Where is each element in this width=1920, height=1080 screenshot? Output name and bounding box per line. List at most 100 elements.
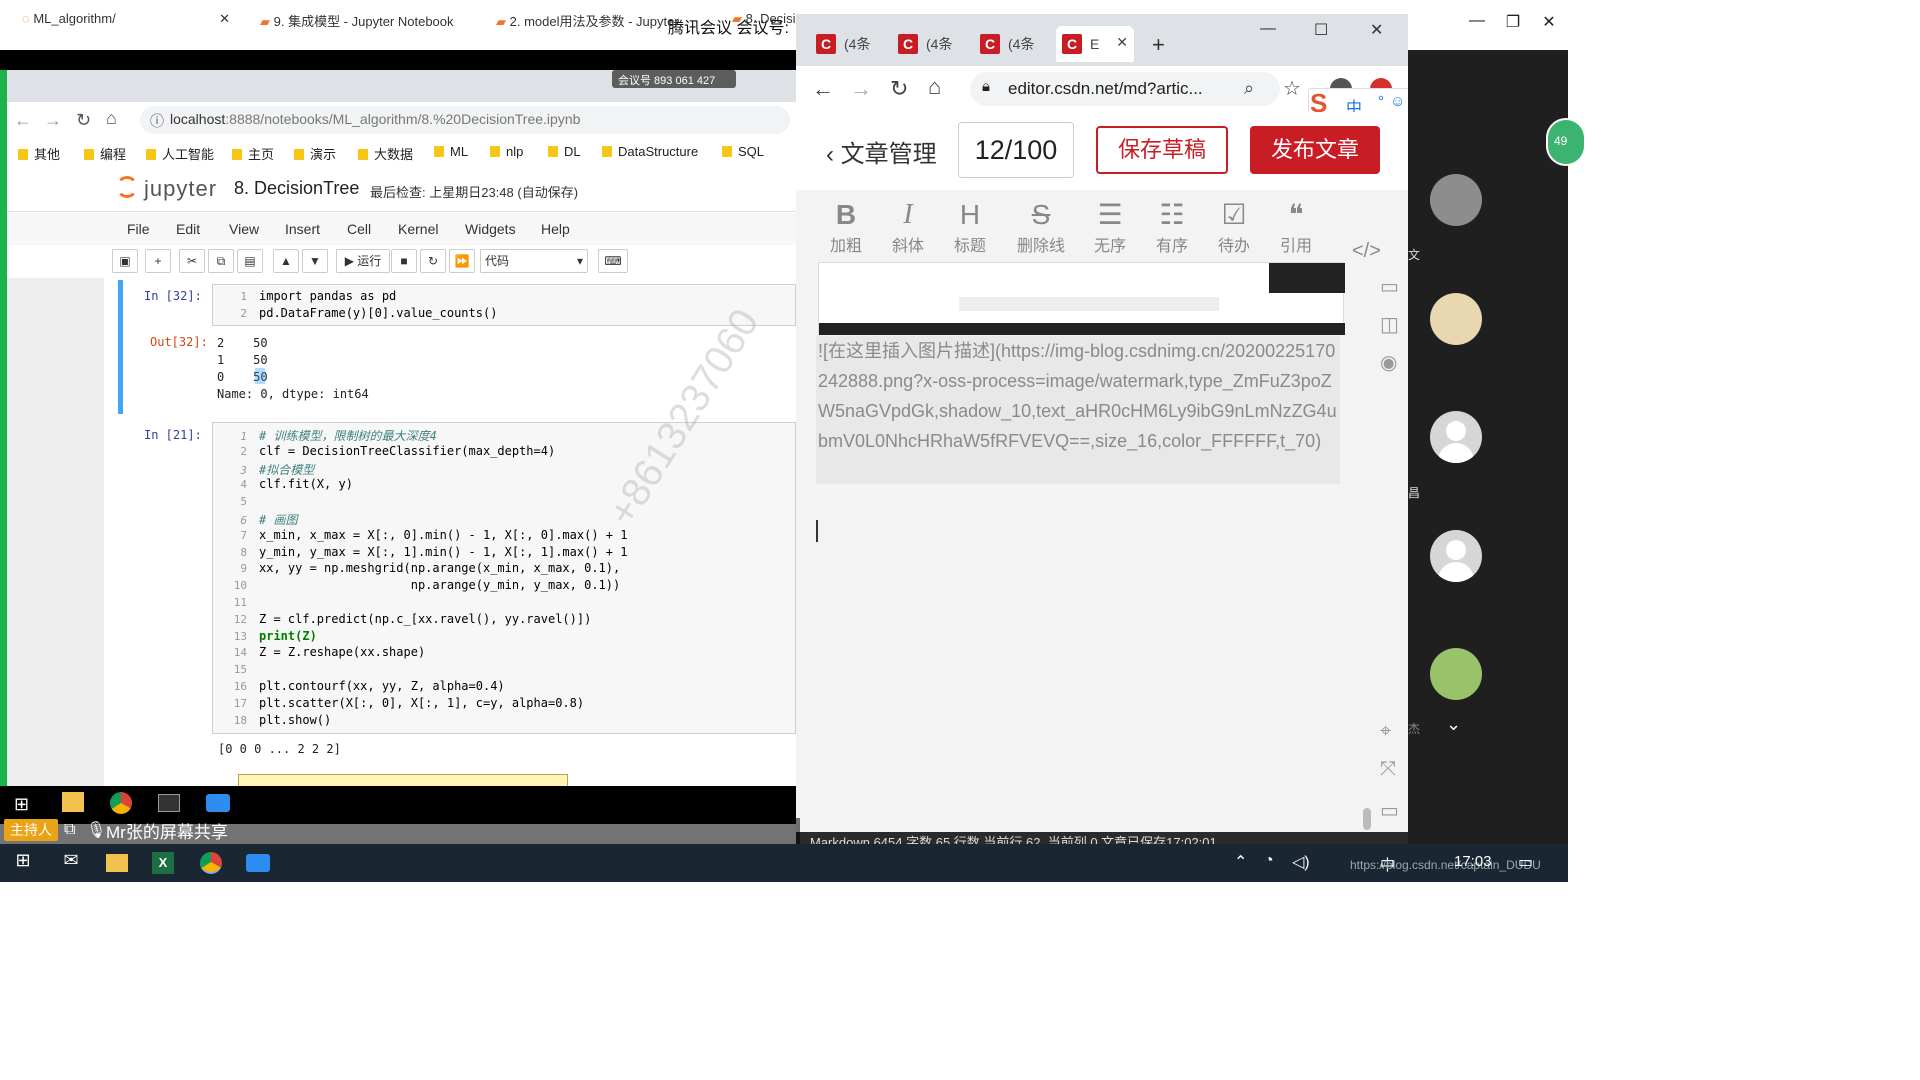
tab-model-usage[interactable]: ▰ 2. model用法及参数 - Jupyter [486, 4, 714, 32]
save-icon[interactable]: ▣ [112, 249, 138, 273]
windows-start-icon[interactable]: ⊞ [10, 850, 36, 874]
restore-icon[interactable]: ❐ [1498, 12, 1528, 38]
save-draft-button[interactable]: 保存草稿 [1096, 126, 1228, 174]
forward-icon[interactable]: → [44, 110, 62, 131]
bookmark-item[interactable]: 人工智能 [146, 144, 214, 163]
new-tab-icon[interactable]: + [1152, 32, 1165, 58]
jupyter-logo[interactable]: jupyter [144, 176, 217, 202]
terminal-icon[interactable] [158, 794, 180, 812]
menu-file[interactable]: File [127, 221, 150, 237]
forward-icon[interactable]: → [850, 76, 872, 102]
back-icon[interactable]: ← [14, 110, 32, 131]
italic-button[interactable]: I 斜体 [882, 198, 934, 256]
strikethrough-button[interactable]: S 删除线 [1014, 198, 1068, 256]
heading-button[interactable]: H 标题 [944, 198, 996, 256]
preview-eye-icon[interactable]: ◉ [1380, 350, 1397, 375]
bookmark-item[interactable]: 演示 [294, 144, 336, 163]
mail-icon[interactable]: ✉ [58, 850, 84, 874]
locate-icon[interactable]: ⌖ [1380, 720, 1391, 743]
folder-icon[interactable] [62, 792, 84, 812]
reload-icon[interactable]: ↻ [76, 110, 91, 131]
keyboard-icon[interactable]: ⌨ [598, 249, 628, 273]
home-icon[interactable]: ⌂ [928, 74, 941, 100]
csdn-tab[interactable]: C (4条 [810, 26, 876, 62]
bookmark-item[interactable]: DataStructure [602, 144, 698, 159]
run-button[interactable]: ▶ 运行 [336, 249, 390, 273]
menu-kernel[interactable]: Kernel [398, 221, 438, 237]
avatar[interactable] [1430, 648, 1482, 700]
csdn-tab-active[interactable]: C E ✕ [1056, 26, 1134, 62]
menu-widgets[interactable]: Widgets [465, 221, 516, 237]
menu-view[interactable]: View [229, 221, 259, 237]
code-editor[interactable]: 1 # 训练模型，限制树的最大深度4 2 clf = DecisionTreeCla… [212, 422, 796, 734]
cut-icon[interactable]: ✂ [179, 249, 205, 273]
notebook-name[interactable]: 8. DecisionTree [234, 178, 359, 199]
tencent-meeting-icon[interactable] [206, 794, 230, 812]
bookmark-item[interactable]: 大数据 [358, 144, 413, 163]
bookmark-item[interactable]: 编程 [84, 144, 126, 163]
close-tab-icon[interactable]: ✕ [1116, 34, 1128, 51]
menu-cell[interactable]: Cell [347, 221, 371, 237]
monitor-icon[interactable]: ▭ [1380, 798, 1399, 823]
home-icon[interactable]: ⌂ [106, 108, 117, 129]
paste-icon[interactable]: ▤ [237, 249, 263, 273]
stop-icon[interactable]: ■ [391, 249, 417, 273]
split-view-icon[interactable]: ◫ [1380, 312, 1399, 337]
move-up-icon[interactable]: ▲ [273, 249, 299, 273]
chrome-icon[interactable] [200, 852, 222, 874]
clock[interactable]: 17:03 [1454, 853, 1492, 870]
avatar[interactable] [1430, 293, 1482, 345]
minimize-icon[interactable]: — [1260, 20, 1276, 38]
tab-ensemble[interactable]: ▰ 9. 集成模型 - Jupyter Notebook [250, 4, 478, 32]
folder-icon[interactable] [106, 854, 128, 872]
bold-button[interactable]: B 加粗 [820, 198, 872, 256]
article-manage-link[interactable]: ‹ 文章管理 [826, 134, 937, 169]
insert-cell-icon[interactable]: + [145, 249, 171, 273]
url-bar[interactable]: ⓘ localhost:8888/notebooks/ML_algorithm/8… [140, 106, 790, 134]
menu-edit[interactable]: Edit [176, 221, 200, 237]
tray-chevron-icon[interactable]: ⌃ [1234, 852, 1247, 872]
csdn-url-bar[interactable]: 🔒︎ editor.csdn.net/md?artic... [970, 72, 1280, 106]
code-editor[interactable]: 1 import pandas as pd 2 pd.DataFrame(y)[0]… [212, 284, 796, 326]
close-icon[interactable]: ✕ [1370, 20, 1383, 40]
excel-icon[interactable]: X [152, 852, 174, 874]
bookmark-item[interactable]: 主页 [232, 144, 274, 163]
fullscreen-icon[interactable]: ⤧ [1380, 758, 1396, 781]
tab-ml-algorithm[interactable]: ◌ ML_algorithm/✕ [12, 4, 240, 32]
avatar[interactable] [1430, 174, 1482, 226]
menu-help[interactable]: Help [541, 221, 570, 237]
close-tab-icon[interactable]: ✕ [219, 11, 230, 27]
reload-icon[interactable]: ↻ [890, 76, 908, 102]
back-icon[interactable]: ← [812, 76, 834, 102]
zoom-icon[interactable]: ⌕ [1244, 78, 1254, 99]
chrome-icon[interactable] [110, 792, 132, 814]
bookmark-item[interactable]: 其他 [18, 144, 60, 163]
expand-down-icon[interactable]: ⌄ [1446, 714, 1461, 735]
csdn-tab[interactable]: C (4条 [892, 26, 958, 62]
bookmark-item[interactable]: DL [548, 144, 581, 159]
restart-icon[interactable]: ↻ [420, 249, 446, 273]
wifi-icon[interactable]: ◔ [1264, 852, 1274, 870]
layout-icon[interactable]: ▭ [1380, 274, 1399, 299]
fast-forward-icon[interactable]: ⏩ [449, 249, 475, 273]
participant-count-badge[interactable]: 49 [1546, 118, 1586, 166]
avatar[interactable] [1430, 530, 1482, 582]
maximize-icon[interactable]: ☐ [1314, 20, 1328, 40]
csdn-tab[interactable]: C (4条 [974, 26, 1040, 62]
bookmark-item[interactable]: SQL [722, 144, 764, 159]
bookmark-item[interactable]: ML [434, 144, 468, 159]
move-down-icon[interactable]: ▼ [302, 249, 328, 273]
star-icon[interactable]: ☆ [1283, 76, 1301, 101]
notification-icon[interactable]: ▭ [1518, 852, 1533, 872]
code-icon[interactable]: </> [1352, 240, 1381, 263]
publish-button[interactable]: 发布文章 [1250, 126, 1380, 174]
menu-insert[interactable]: Insert [285, 221, 320, 237]
cell-type-select[interactable]: 代码 ▾ [480, 249, 588, 273]
avatar[interactable] [1430, 411, 1482, 463]
unordered-list-button[interactable]: ☰ 无序 [1084, 198, 1136, 256]
todo-button[interactable]: ☑ 待办 [1208, 198, 1260, 256]
tencent-meeting-icon[interactable] [246, 854, 270, 872]
copy-icon[interactable]: ⧉ [208, 249, 234, 273]
volume-icon[interactable]: ◁) [1292, 852, 1310, 872]
windows-start-icon[interactable]: ⊞ [14, 794, 29, 815]
